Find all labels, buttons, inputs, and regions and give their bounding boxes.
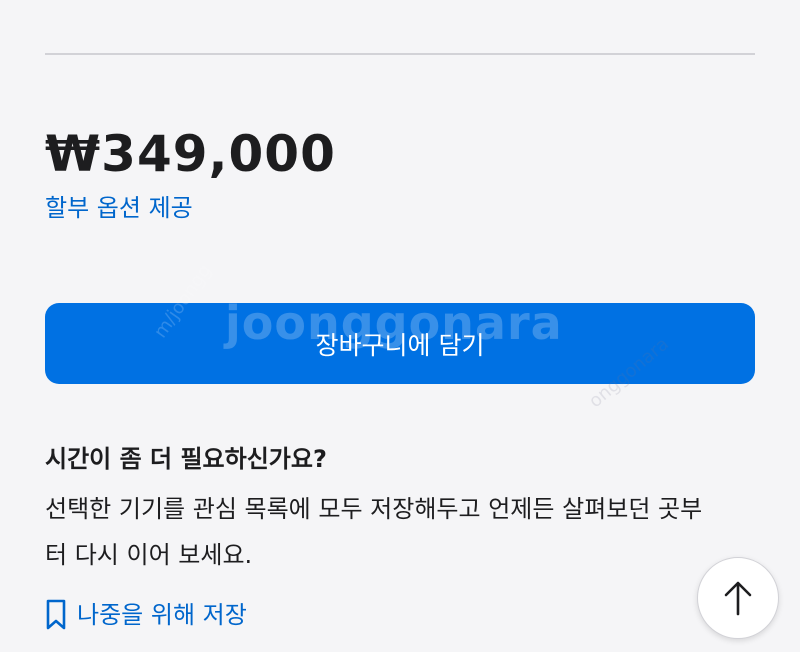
save-for-later-description: 선택한 기기를 관심 목록에 모두 저장해두고 언제든 살펴보던 곳부터 다시 … [45, 495, 703, 569]
save-for-later-heading: 시간이 좀 더 필요하신가요? [45, 445, 327, 473]
arrow-up-icon [724, 581, 752, 616]
save-for-later-label: 나중을 위해 저장 [77, 601, 247, 629]
installment-options-link[interactable]: 할부 옵션 제공 [45, 192, 193, 224]
section-divider [45, 53, 755, 55]
save-for-later-link[interactable]: 나중을 위해 저장 [45, 598, 247, 632]
add-to-cart-label: 장바구니에 담기 [315, 330, 485, 360]
add-to-cart-button[interactable]: 장바구니에 담기 [45, 303, 755, 384]
product-price: ₩349,000 [45, 125, 336, 183]
scroll-to-top-button[interactable] [697, 557, 779, 639]
bookmark-icon [46, 599, 66, 630]
